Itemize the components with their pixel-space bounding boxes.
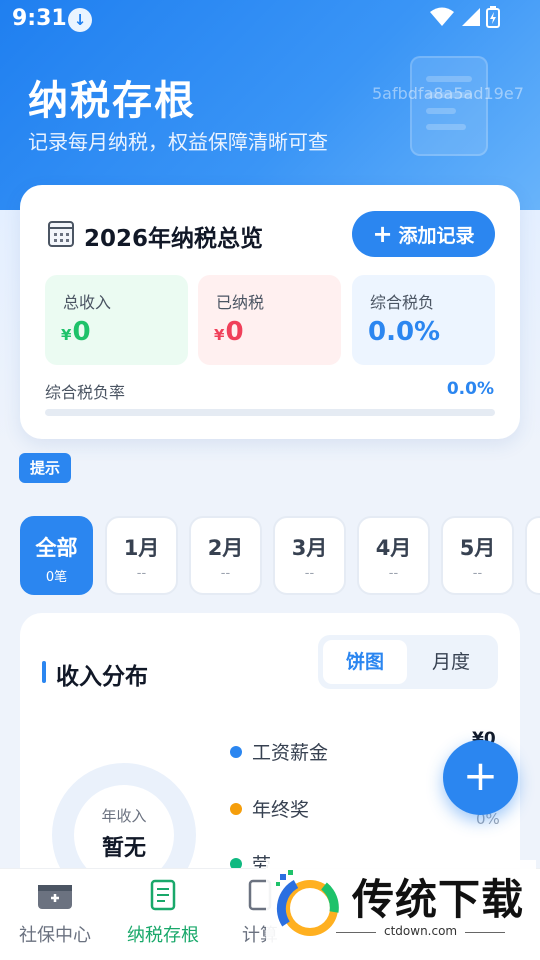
overview-card: 2026年纳税总览 + 添加记录 总收入 ¥0 已纳税 ¥0 综合税负 0.0%…: [20, 185, 520, 439]
stat-value: ¥0: [214, 317, 244, 347]
stat-label: 综合税负: [370, 293, 435, 312]
currency-symbol: ¥: [214, 326, 225, 344]
tax-receipt-icon: [150, 879, 176, 911]
add-record-button[interactable]: + 添加记录: [352, 211, 495, 257]
month-count: --: [136, 566, 147, 581]
watermark-text: 传统下载: [352, 875, 525, 924]
month-tab[interactable]: 4月 --: [357, 516, 430, 595]
battery-icon: [486, 6, 500, 28]
tab-tax-stub[interactable]: 纳税存根: [108, 879, 218, 947]
receipt-icon: [410, 56, 488, 156]
donut-label: 年收入: [101, 807, 147, 825]
month-label: 4月: [375, 536, 412, 560]
stat-number: 0: [72, 317, 91, 347]
tab-label: 社保中心: [19, 925, 91, 946]
tip-badge[interactable]: 提示: [19, 453, 71, 483]
status-icons: [430, 6, 500, 28]
donut-value: 暂无: [101, 836, 146, 861]
legend-item: 工资薪金: [230, 738, 328, 765]
month-label: 2月: [207, 536, 244, 560]
stat-tax-burden: 综合税负 0.0%: [352, 275, 495, 365]
page-subtitle: 记录每月纳税，权益保障清晰可查: [28, 130, 328, 154]
legend-item: 年终奖: [230, 795, 309, 822]
stat-label: 总收入: [63, 293, 112, 312]
month-label: 全部: [35, 536, 78, 560]
watermark-logo: [276, 870, 339, 936]
stat-value: ¥0: [61, 317, 91, 347]
month-tab-partial[interactable]: [525, 516, 540, 595]
legend-label: 工资薪金: [252, 742, 329, 764]
device-code: 5afbdfa8a5ad19e7: [372, 84, 524, 103]
month-count: 0笔: [45, 570, 68, 585]
month-label: 1月: [123, 536, 160, 560]
download-icon: ↓: [68, 8, 92, 32]
month-count: --: [220, 566, 231, 581]
month-tab[interactable]: 3月 --: [273, 516, 346, 595]
watermark: 传统下载 ctdown.com: [266, 860, 536, 960]
toggle-pie[interactable]: 饼图: [323, 640, 407, 684]
signal-icon: [462, 8, 480, 26]
status-time: 9:31: [12, 6, 67, 31]
month-label: 5月: [459, 536, 496, 560]
currency-symbol: ¥: [61, 326, 72, 344]
legend-dot: [230, 745, 242, 758]
month-tab[interactable]: 1月 --: [105, 516, 178, 595]
overview-title: 2026年纳税总览: [84, 226, 264, 252]
wallet-icon: [38, 885, 72, 909]
plus-icon: +: [462, 751, 499, 800]
tax-rate-value: 0.0%: [446, 379, 494, 399]
wifi-icon: [430, 7, 454, 26]
tax-rate-label: 综合税负率: [45, 383, 126, 402]
legend-label: 年终奖: [252, 799, 310, 821]
stat-value: 0.0%: [368, 317, 440, 347]
plus-icon: +: [372, 220, 393, 248]
watermark-url: ctdown.com: [335, 924, 506, 938]
stat-total-income: 总收入 ¥0: [45, 275, 188, 365]
stat-number: 0.0%: [368, 317, 441, 347]
status-bar: 9:31 ↓: [0, 0, 540, 40]
month-count: --: [388, 566, 399, 581]
month-count: --: [472, 566, 483, 581]
month-tab[interactable]: 全部 0笔: [20, 516, 93, 595]
chart-toggle: 饼图 月度: [318, 635, 498, 689]
section-accent: [42, 661, 46, 683]
month-tab[interactable]: 2月 --: [189, 516, 262, 595]
add-fab-button[interactable]: +: [443, 740, 518, 815]
distribution-title: 收入分布: [56, 664, 148, 690]
toggle-monthly[interactable]: 月度: [409, 640, 493, 684]
calendar-icon: [48, 221, 74, 247]
stat-label: 已纳税: [216, 293, 265, 312]
tab-label: 纳税存根: [127, 925, 199, 946]
stat-number: 0: [225, 317, 244, 347]
legend-dot: [230, 802, 242, 815]
month-label: 3月: [291, 536, 328, 560]
add-record-label: 添加记录: [398, 224, 475, 247]
tax-rate-progress: [45, 409, 495, 416]
stat-tax-paid: 已纳税 ¥0: [198, 275, 341, 365]
month-count: --: [304, 566, 315, 581]
tab-social-security[interactable]: 社保中心: [0, 879, 110, 947]
month-tab[interactable]: 5月 --: [441, 516, 514, 595]
page-title: 纳税存根: [28, 78, 196, 124]
